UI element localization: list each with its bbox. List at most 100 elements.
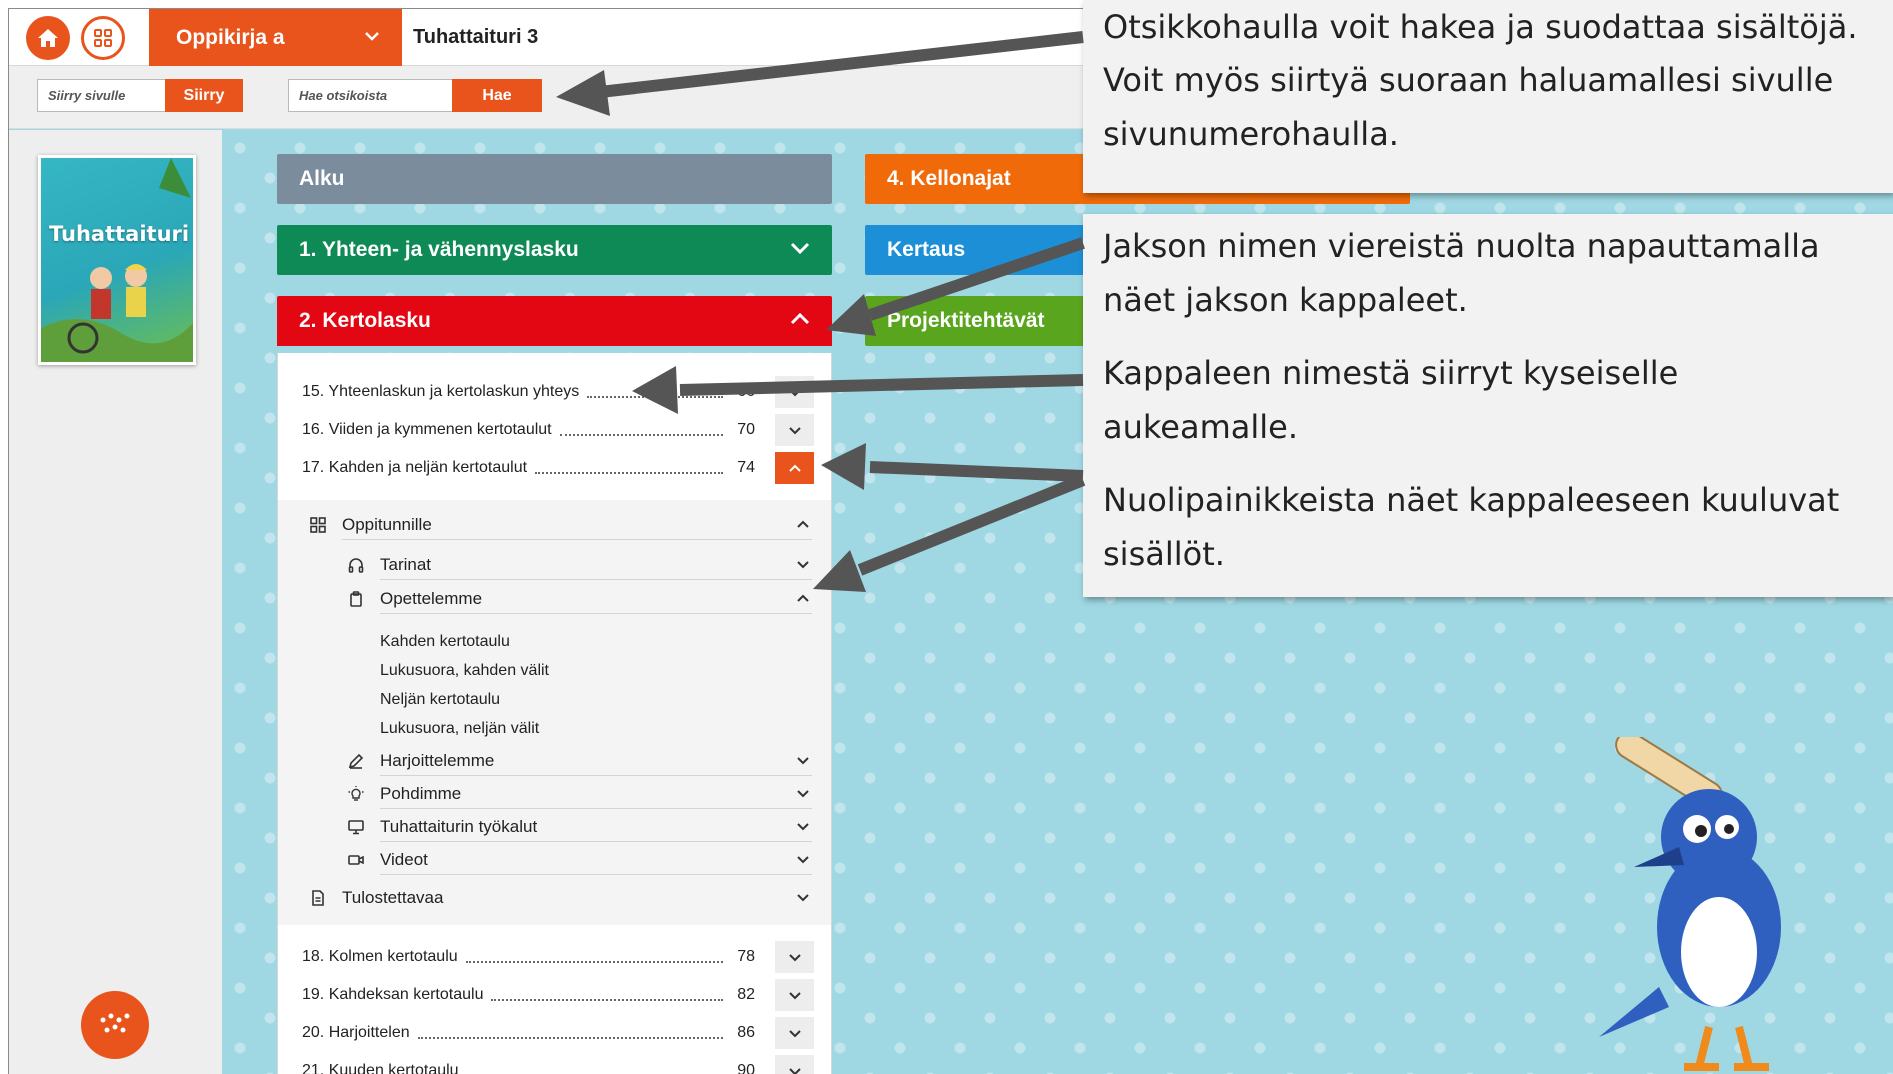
chapter-18[interactable]: 18. Kolmen kertotaulu 78 bbox=[302, 945, 755, 969]
chapter-19-toggle[interactable] bbox=[775, 979, 814, 1011]
chapter-page: 74 bbox=[737, 459, 755, 476]
leader-dots bbox=[491, 999, 723, 1001]
search-button[interactable]: Hae bbox=[452, 79, 542, 112]
leader-dots bbox=[417, 1037, 723, 1039]
stars-button[interactable] bbox=[81, 991, 149, 1059]
chevron-down-icon bbox=[797, 757, 809, 765]
leader-dots bbox=[587, 396, 723, 398]
chapter-page: 70 bbox=[737, 421, 755, 438]
callout-text: Jakson nimen viereistä nuolta napauttama… bbox=[1103, 227, 1820, 265]
home-button[interactable] bbox=[26, 16, 70, 60]
chapter-17[interactable]: 17. Kahden ja neljän kertotaulut 74 bbox=[302, 456, 755, 480]
chevron-down-icon bbox=[788, 953, 801, 961]
section-yhteen-ja-vahennyslasku[interactable]: 1. Yhteen- ja vähennyslasku bbox=[277, 225, 832, 275]
group-label: Tulostettavaa bbox=[342, 888, 444, 907]
chevron-down-icon bbox=[788, 1067, 801, 1074]
go-to-page-button[interactable]: Siirry bbox=[165, 79, 243, 112]
grid-icon bbox=[310, 517, 326, 533]
chevron-down-icon bbox=[797, 790, 809, 798]
chevron-up-icon[interactable] bbox=[790, 313, 810, 325]
chapter-15[interactable]: 15. Yhteenlaskun ja kertolaskun yhteys 6… bbox=[302, 380, 755, 404]
chevron-down-icon bbox=[788, 388, 801, 396]
chapter-15-toggle[interactable] bbox=[775, 376, 814, 408]
callout-text: Otsikkohaulla voit hakea ja suodattaa si… bbox=[1103, 8, 1858, 46]
section-alku[interactable]: Alku bbox=[277, 154, 832, 204]
chapter-18-toggle[interactable] bbox=[775, 941, 814, 973]
content-link[interactable]: Lukusuora, kahden välit bbox=[380, 662, 549, 680]
chapter-page: 82 bbox=[737, 986, 755, 1003]
section-kertolasku[interactable]: 2. Kertolasku bbox=[277, 296, 832, 346]
heading-search-input[interactable] bbox=[288, 79, 452, 112]
book-cover[interactable]: Tuhattaituri 3a bbox=[38, 155, 196, 365]
subgroup-videot[interactable]: Videot bbox=[348, 845, 812, 875]
chapter-label: 15. Yhteenlaskun ja kertolaskun yhteys bbox=[302, 383, 580, 400]
leader-dots bbox=[465, 961, 723, 963]
content-link[interactable]: Neljän kertotaulu bbox=[380, 691, 500, 709]
callout-search-help: Otsikkohaulla voit hakea ja suodattaa si… bbox=[1083, 0, 1893, 193]
subgroup-tarinat[interactable]: Tarinat bbox=[348, 550, 812, 580]
chevron-down-icon bbox=[797, 823, 809, 831]
pencil-icon bbox=[348, 753, 364, 769]
chevron-down-icon bbox=[788, 426, 801, 434]
chapter-page: 78 bbox=[737, 948, 755, 965]
chevron-up-icon bbox=[797, 594, 809, 602]
subgroup-opettelemme[interactable]: Opettelemme bbox=[350, 584, 812, 614]
heading-search: Hae bbox=[288, 79, 542, 112]
chevron-down-icon bbox=[788, 991, 801, 999]
section-label: Alku bbox=[299, 167, 345, 190]
section-label: 1. Yhteen- ja vähennyslasku bbox=[299, 238, 579, 261]
subgroup-label: Opettelemme bbox=[380, 588, 483, 608]
chapter-20[interactable]: 20. Harjoittelen 86 bbox=[302, 1021, 755, 1045]
chapter-label: 19. Kahdeksan kertotaulu bbox=[302, 986, 484, 1003]
subgroup-harjoittelemme[interactable]: Harjoittelemme bbox=[348, 746, 812, 776]
chapter-20-toggle[interactable] bbox=[775, 1017, 814, 1049]
chapter-page: 90 bbox=[737, 1062, 755, 1074]
cover-illustration bbox=[41, 158, 193, 362]
chapter-16-toggle[interactable] bbox=[775, 414, 814, 446]
chapter-label: 17. Kahden ja neljän kertotaulut bbox=[302, 459, 528, 476]
chapter-16[interactable]: 16. Viiden ja kymmenen kertotaulut 70 bbox=[302, 418, 755, 442]
chevron-down-icon bbox=[365, 32, 379, 41]
group-tulostettavaa[interactable]: Tulostettavaa bbox=[312, 883, 812, 913]
book-title: Tuhattaituri 3 bbox=[413, 26, 539, 48]
content-link[interactable]: Lukusuora, neljän välit bbox=[380, 720, 539, 738]
monitor-icon bbox=[348, 820, 364, 835]
sidebar: Tuhattaituri 3a bbox=[9, 130, 222, 1074]
subgroup-label: Harjoittelemme bbox=[380, 750, 495, 770]
chevron-up-icon bbox=[788, 464, 801, 472]
page-number-input[interactable] bbox=[37, 79, 165, 112]
subgroup-label: Videot bbox=[380, 849, 428, 869]
book-selector[interactable]: Oppikirja a bbox=[149, 9, 402, 66]
chevron-down-icon[interactable] bbox=[790, 242, 810, 254]
chapter-label: 16. Viiden ja kymmenen kertotaulut bbox=[302, 421, 552, 438]
subgroup-pohdimme[interactable]: Pohdimme bbox=[348, 779, 812, 809]
chapter-page: 86 bbox=[737, 1024, 755, 1041]
group-oppitunnille[interactable]: Oppitunnille bbox=[310, 510, 812, 540]
callout-text: Voit myös siirtyä suoraan haluamallesi s… bbox=[1103, 61, 1834, 99]
callout-text: Kappaleen nimestä siirryt kyseiselle bbox=[1103, 354, 1679, 392]
subgroup-label: Tuhattaiturin työkalut bbox=[380, 816, 538, 836]
book-selector-label: Oppikirja a bbox=[176, 25, 285, 49]
lightbulb-icon bbox=[348, 786, 364, 801]
content-link[interactable]: Kahden kertotaulu bbox=[380, 633, 510, 651]
chevron-up-icon bbox=[797, 520, 809, 528]
section-label: 4. Kellonajat bbox=[887, 167, 1011, 190]
chapter-21-toggle[interactable] bbox=[775, 1055, 814, 1074]
clipboard-icon bbox=[350, 591, 362, 607]
video-camera-icon bbox=[348, 855, 364, 865]
callout-text: aukeamalle. bbox=[1103, 408, 1298, 446]
home-icon bbox=[38, 29, 58, 47]
callout-navigation-help: Jakson nimen viereistä nuolta napauttama… bbox=[1083, 214, 1893, 597]
page-search: Siirry bbox=[37, 79, 243, 112]
chapter-17-toggle[interactable] bbox=[775, 452, 814, 484]
headphones-icon bbox=[348, 558, 364, 573]
section-label: Kertaus bbox=[887, 238, 966, 261]
chapter-19[interactable]: 19. Kahdeksan kertotaulu 82 bbox=[302, 983, 755, 1007]
chapter-21[interactable]: 21. Kuuden kertotaulu 90 bbox=[302, 1059, 755, 1074]
subgroup-tyokalut[interactable]: Tuhattaiturin työkalut bbox=[348, 812, 812, 842]
grid-button[interactable] bbox=[81, 16, 125, 60]
subgroup-label: Pohdimme bbox=[380, 783, 462, 803]
chevron-down-icon bbox=[797, 856, 809, 864]
grid-icon bbox=[94, 29, 112, 47]
document-icon bbox=[312, 890, 324, 906]
